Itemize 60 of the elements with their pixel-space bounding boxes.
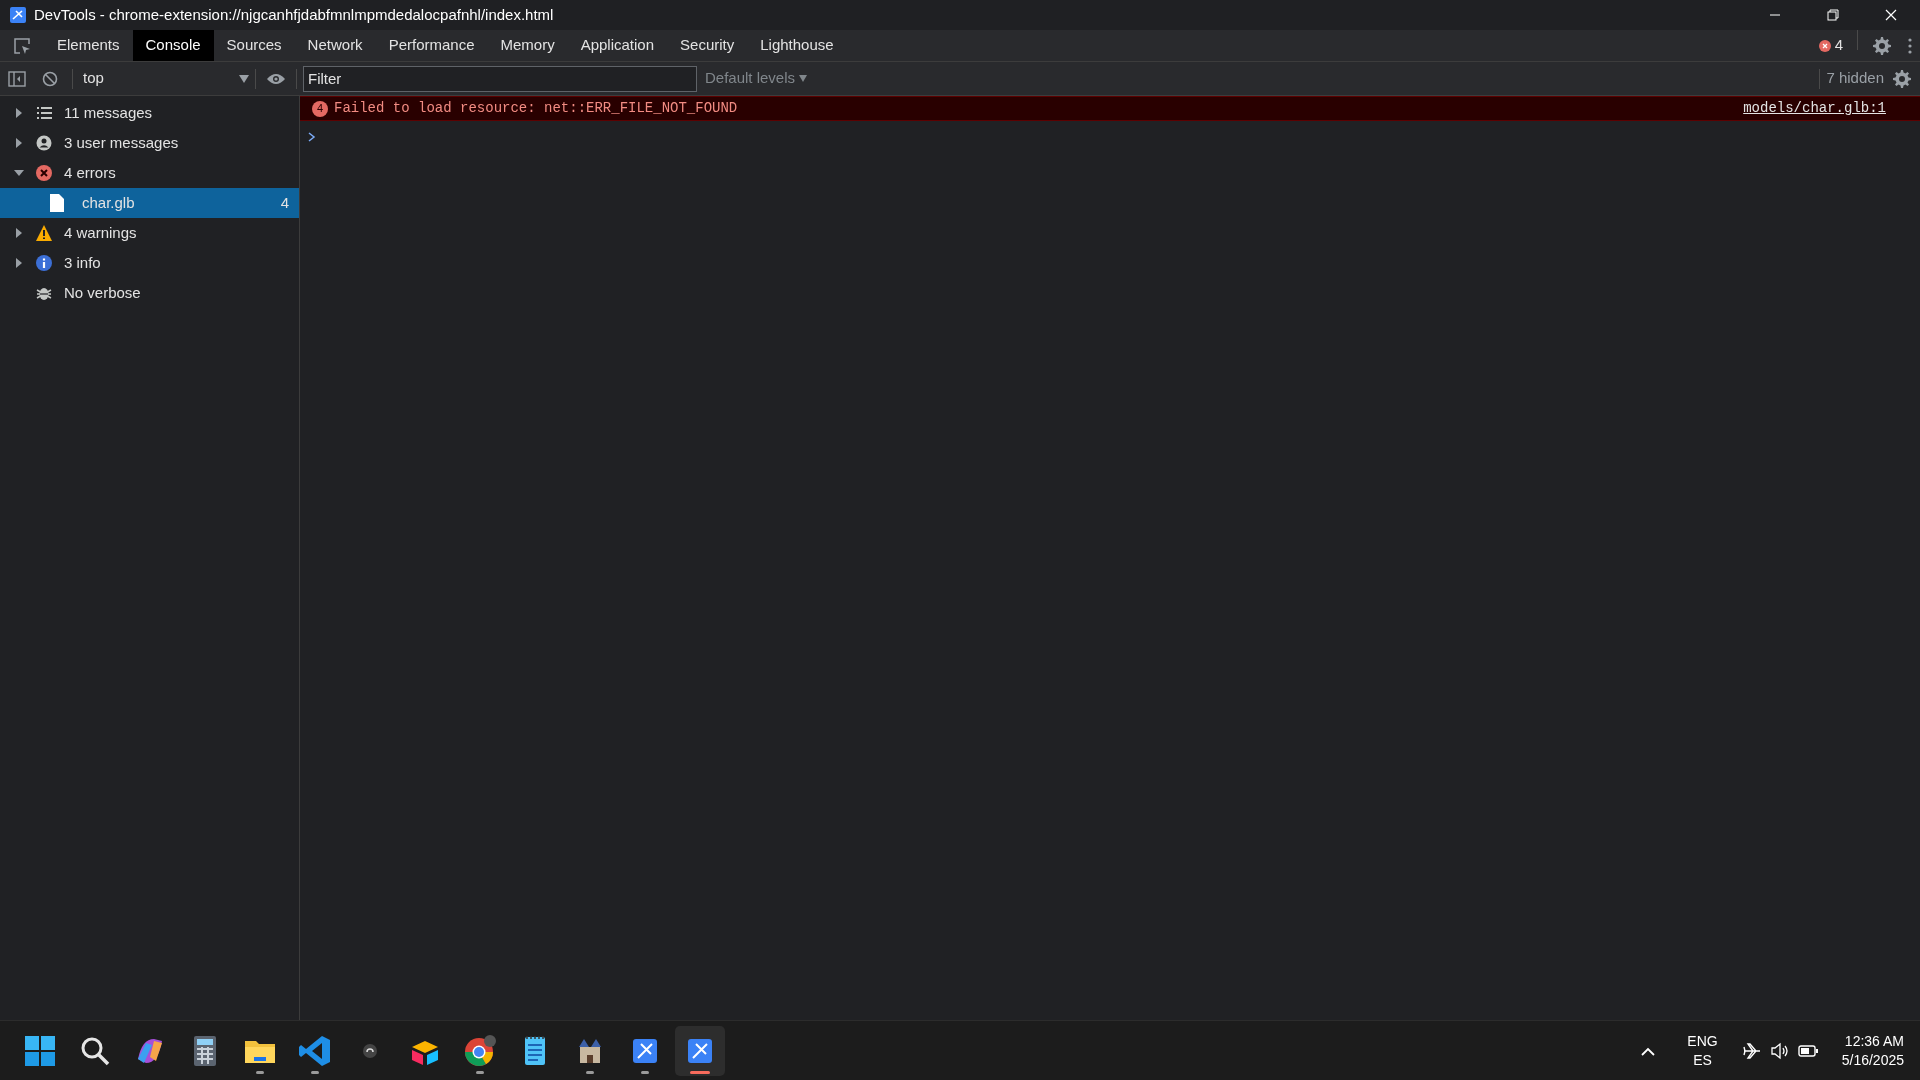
filter-field[interactable]: Filter [303, 65, 697, 92]
file-icon [50, 194, 64, 212]
expand-arrow-icon[interactable] [14, 228, 24, 238]
expand-arrow-icon[interactable] [14, 138, 24, 148]
speaker-icon [1769, 1041, 1790, 1060]
clear-icon [42, 70, 58, 87]
sidebar-item[interactable]: 3 user messages [0, 128, 299, 158]
error-icon [36, 165, 52, 181]
info-icon [36, 255, 52, 271]
expand-arrow-icon[interactable] [14, 108, 24, 118]
taskbar-app[interactable] [675, 1025, 725, 1076]
airplane-icon [1741, 1041, 1762, 1060]
sidebar-item[interactable]: 3 info [0, 248, 299, 278]
tab[interactable]: Console [132, 30, 214, 61]
levels-dropdown[interactable]: Default levels [705, 67, 808, 90]
close-icon [1885, 9, 1897, 21]
sidebar-item[interactable]: 4 warnings [0, 218, 299, 248]
warning-icon [36, 225, 52, 241]
settings-icon [1892, 68, 1912, 89]
error-icon [1818, 39, 1831, 52]
restore-icon [1827, 9, 1839, 21]
user-icon [36, 135, 52, 151]
sidebar-item[interactable]: char.glb 4 [0, 188, 299, 218]
sidebar-item[interactable]: 4 errors [0, 158, 299, 188]
eye-icon [266, 71, 286, 86]
error-count: 4 [1834, 35, 1843, 56]
bug-icon [36, 285, 52, 301]
hidden-count: 7 hidden [1826, 68, 1884, 89]
app-icon [10, 7, 26, 23]
message-text: Failed to load resource: net::ERR_FILE_NOT_FOUND [334, 99, 738, 118]
dropdown-arrow-icon [799, 75, 808, 82]
sidebar-icon [8, 70, 26, 87]
cursor-in-box-icon [13, 36, 31, 55]
context-dropdown[interactable]: top [79, 67, 249, 90]
tab[interactable]: Performance [375, 30, 488, 61]
tab[interactable]: Lighthouse [747, 30, 847, 61]
collapse-arrow-icon[interactable] [14, 168, 24, 178]
battery-icon [1797, 1044, 1818, 1057]
sidebar-item[interactable]: No verbose [0, 278, 299, 308]
settings-icon [1872, 35, 1892, 56]
error-counter[interactable]: 4 [1810, 30, 1851, 61]
language-indicator[interactable]: ENG ES [1671, 1032, 1734, 1069]
window-title: DevTools - chrome-extension://njgcanhfjdabfmnlmpmdedalocpafnhl/index.html [34, 4, 555, 25]
prompt-icon [308, 132, 316, 143]
sidebar-item[interactable]: 11 messages [0, 98, 299, 128]
tab[interactable]: Application [567, 30, 668, 61]
tab[interactable]: Memory [487, 30, 568, 61]
tab[interactable]: Security [667, 30, 748, 61]
tab[interactable]: Sources [213, 30, 295, 61]
dropdown-arrow-icon [239, 74, 249, 83]
browser-icon [462, 1032, 498, 1069]
more-icon [1908, 37, 1912, 54]
clock[interactable]: 12:36 AM 5/16/2025 [1825, 1032, 1920, 1069]
list-icon [36, 105, 52, 121]
source-link[interactable]: models/char.glb:1 [1743, 98, 1886, 119]
tab[interactable]: Elements [44, 30, 133, 61]
message-count: 4 [312, 100, 328, 117]
expand-arrow-icon[interactable] [14, 258, 24, 268]
chevron-up-icon [1641, 1046, 1656, 1056]
tab[interactable]: Network [294, 30, 376, 61]
